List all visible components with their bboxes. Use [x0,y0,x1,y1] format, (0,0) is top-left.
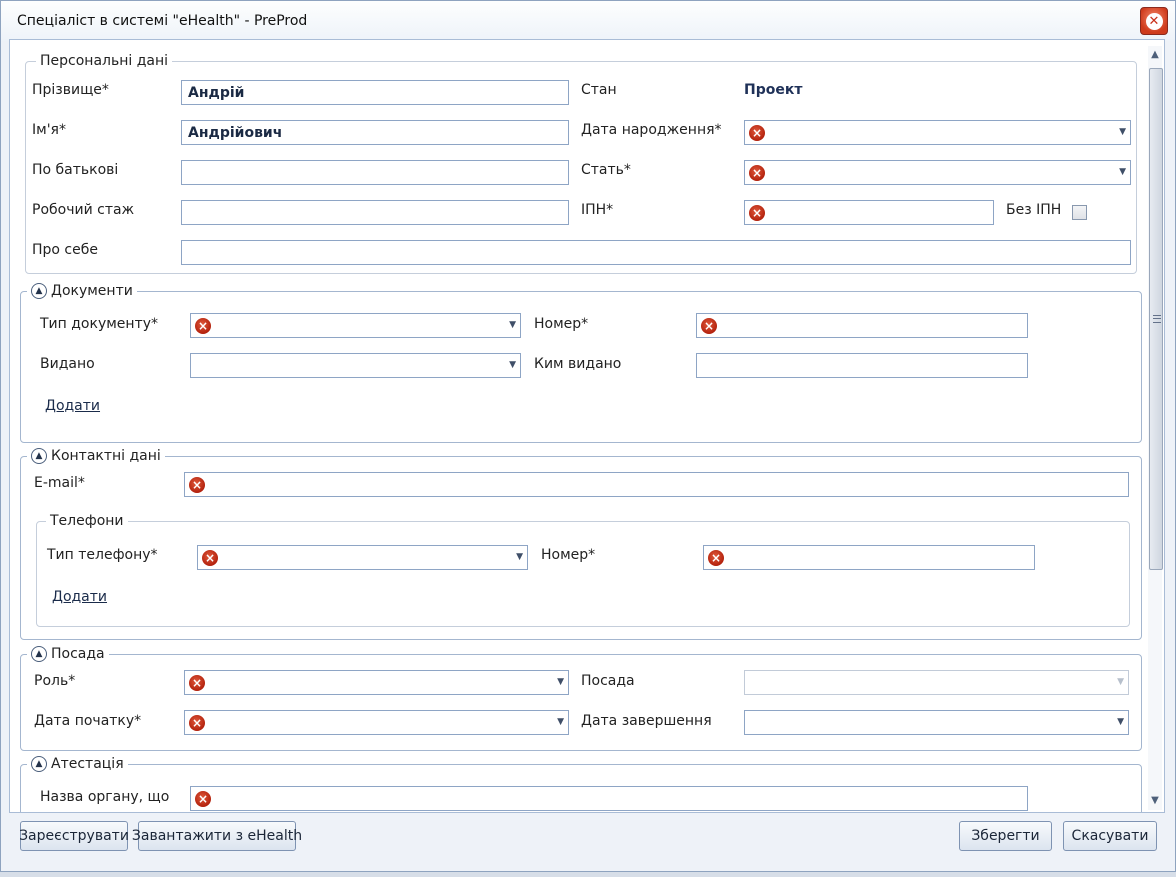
error-icon: × [749,125,765,141]
title-bar: Спеціаліст в системі "eHealth" - PreProd… [1,1,1175,41]
role-select[interactable]: × ▼ [184,670,569,695]
phone-type-select[interactable]: × ▼ [197,545,528,570]
phone-number-label: Номер* [541,547,596,563]
doc-number-input[interactable]: × [696,313,1028,338]
collapse-icon[interactable]: ▲ [31,448,47,464]
error-icon: × [708,550,724,566]
birth-date-select[interactable]: × ▼ [744,120,1131,145]
patronymic-input[interactable] [181,160,569,185]
save-button[interactable]: Зберегти [959,821,1052,851]
about-input[interactable] [181,240,1131,265]
dialog-window: Спеціаліст в системі "eHealth" - PreProd… [0,0,1176,872]
personal-data-section: Персональні дані Прізвище* Андрій Ім'я* … [25,52,1137,274]
attestation-legend: ▲ Атестація [27,755,128,773]
tax-id-label: ІПН* [581,202,614,218]
chevron-down-icon: ▼ [1119,127,1126,137]
form-content: Персональні дані Прізвище* Андрій Ім'я* … [9,39,1165,813]
position-section: ▲ Посада Роль* × ▼ Посада ▼ Дата початку* … [20,645,1142,751]
error-icon: × [195,318,211,334]
experience-label: Робочий стаж [32,202,135,218]
cancel-button[interactable]: Скасувати [1063,821,1157,851]
start-date-select[interactable]: × ▼ [184,710,569,735]
gender-select[interactable]: × ▼ [744,160,1131,185]
collapse-icon[interactable]: ▲ [31,756,47,772]
window-title: Спеціаліст в системі "eHealth" - PreProd [17,13,308,29]
register-button[interactable]: Зареєструвати [19,821,129,851]
tax-id-input[interactable]: × [744,200,994,225]
end-date-label: Дата завершення [581,713,712,729]
chevron-down-icon: ▼ [557,717,564,727]
error-icon: × [195,791,211,807]
doc-issued-by-input[interactable] [696,353,1028,378]
documents-section: ▲ Документи Тип документу* × ▼ Номер* × Ви… [20,282,1142,443]
chevron-down-icon: ▼ [509,360,516,370]
chevron-down-icon: ▼ [509,320,516,330]
add-document-link[interactable]: Додати [45,398,100,414]
attestation-org-input[interactable]: × [190,786,1028,811]
error-icon: × [701,318,717,334]
error-icon: × [202,550,218,566]
phones-section: Телефони Тип телефону* × ▼ Номер* × Додат… [36,512,1130,627]
scroll-down-icon[interactable]: ▼ [1148,794,1162,808]
close-icon: ✕ [1145,12,1163,30]
documents-legend: ▲ Документи [27,282,137,300]
first-name-label: Ім'я* [32,122,66,138]
phones-legend: Телефони [46,512,128,530]
no-tax-id-checkbox[interactable] [1072,205,1087,220]
chevron-down-icon: ▼ [1117,717,1124,727]
email-input[interactable]: × [184,472,1129,497]
experience-input[interactable] [181,200,569,225]
doc-issued-by-label: Ким видано [534,356,622,372]
vertical-scrollbar[interactable]: ▲ ▼ [1148,46,1163,810]
status-label: Стан [581,82,617,98]
collapse-icon[interactable]: ▲ [31,283,47,299]
chevron-down-icon: ▼ [1117,677,1124,687]
contacts-section: ▲ Контактні дані E-mail* × Телефони Тип т… [20,447,1142,640]
first-name-input[interactable]: Андрійович [181,120,569,145]
chevron-down-icon: ▼ [516,552,523,562]
doc-type-label: Тип документу* [40,316,159,332]
last-name-label: Прізвище* [32,82,109,98]
error-icon: × [749,205,765,221]
dialog-footer: Зареєструвати Завантажити з eHealth Збер… [9,813,1165,861]
scroll-up-icon[interactable]: ▲ [1148,48,1162,62]
error-icon: × [749,165,765,181]
doc-issued-label: Видано [40,356,95,372]
position-legend: ▲ Посада [27,645,109,663]
add-phone-link[interactable]: Додати [52,589,107,605]
chevron-down-icon: ▼ [1119,167,1126,177]
scrollbar-thumb[interactable] [1149,68,1163,570]
load-from-ehealth-button[interactable]: Завантажити з eHealth [132,821,302,851]
contacts-legend: ▲ Контактні дані [27,447,165,465]
error-icon: × [189,477,205,493]
personal-data-legend: Персональні дані [36,52,173,70]
error-icon: × [189,675,205,691]
last-name-input[interactable]: Андрій [181,80,569,105]
patronymic-label: По батькові [32,162,119,178]
error-icon: × [189,715,205,731]
start-date-label: Дата початку* [34,713,142,729]
doc-type-select[interactable]: × ▼ [190,313,521,338]
phone-type-label: Тип телефону* [47,547,158,563]
status-value: Проект [744,82,803,98]
doc-issued-select[interactable]: ▼ [190,353,521,378]
position-label: Посада [581,673,635,689]
attestation-org-label: Назва органу, що [40,789,170,805]
about-label: Про себе [32,242,98,258]
gender-label: Стать* [581,162,631,178]
collapse-icon[interactable]: ▲ [31,646,47,662]
position-select[interactable]: ▼ [744,670,1129,695]
no-tax-id-label: Без ІПН [1006,202,1062,218]
attestation-section: ▲ Атестація Назва органу, що × [20,755,1142,812]
phone-number-input[interactable]: × [703,545,1035,570]
grip-icon [1153,315,1161,323]
doc-number-label: Номер* [534,316,589,332]
end-date-select[interactable]: ▼ [744,710,1129,735]
chevron-down-icon: ▼ [557,677,564,687]
email-label: E-mail* [34,475,85,491]
role-label: Роль* [34,673,76,689]
birth-date-label: Дата народження* [581,122,722,138]
close-button[interactable]: ✕ [1140,7,1168,35]
